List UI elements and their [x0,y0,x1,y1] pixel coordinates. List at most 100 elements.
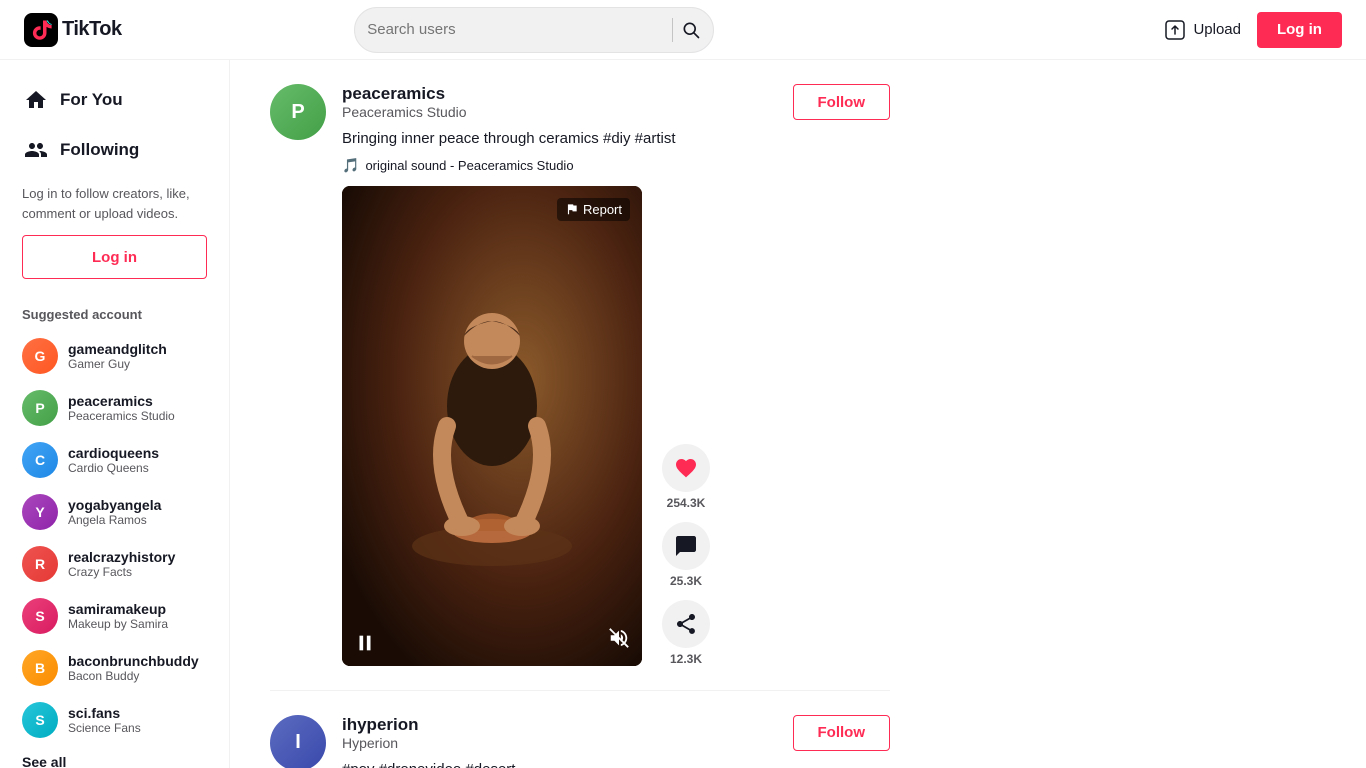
share-action-peaceramics[interactable]: 12.3K [662,600,710,666]
post-avatar-ihyperion[interactable]: I [270,715,326,768]
username-yogabyangela: yogabyangela [68,497,207,513]
comment-action-peaceramics[interactable]: 25.3K [662,522,710,588]
share-icon-circle [662,600,710,648]
video-post-ihyperion: I ihyperion Hyperion Follow #pov #dronev… [270,691,890,768]
following-icon [22,136,50,164]
follow-button-peaceramics[interactable]: Follow [793,84,891,120]
like-count-peaceramics: 254.3K [667,496,706,510]
sidebar-label-for-you: For You [60,90,123,110]
ceramics-svg [342,186,642,666]
post-actions-peaceramics: 254.3K 25.3K 12.3K [662,436,710,666]
suggested-account-gameandglitch[interactable]: G gameandglitch Gamer Guy [8,330,221,382]
suggested-account-realcrazyhistory[interactable]: R realcrazyhistory Crazy Facts [8,538,221,590]
avatar-cardioqueens: C [22,442,58,478]
mute-icon [608,627,630,649]
post-content-peaceramics: peaceramics Peaceramics Studio Follow Br… [342,84,890,666]
display-baconbrunchbuddy: Bacon Buddy [68,669,207,683]
video-player-peaceramics[interactable]: Report [342,186,642,666]
avatar-yogabyangela: Y [22,494,58,530]
username-samiramakeup: samiramakeup [68,601,207,617]
sidebar-item-for-you[interactable]: For You [8,76,221,124]
sidebar-login-button[interactable]: Log in [22,235,207,279]
post-content-ihyperion: ihyperion Hyperion Follow #pov #dronevid… [342,715,890,768]
search-divider [672,18,673,42]
post-avatar-peaceramics[interactable]: P [270,84,326,140]
sidebar: For You Following Log in to follow creat… [0,60,230,768]
heart-icon [674,456,698,480]
avatar-scifans: S [22,702,58,738]
pause-icon [354,632,376,654]
username-peaceramics: peaceramics [68,393,207,409]
feed: P peaceramics Peaceramics Studio Follow … [230,60,930,768]
post-sound-peaceramics[interactable]: 🎵 original sound - Peaceramics Studio [342,157,890,174]
search-bar [354,7,714,53]
suggested-account-scifans[interactable]: S sci.fans Science Fans [8,694,221,746]
comment-icon [674,534,698,558]
share-icon [674,612,698,636]
display-cardioqueens: Cardio Queens [68,461,207,475]
post-header-ihyperion: ihyperion Hyperion Follow [342,715,890,751]
video-background-ceramics [342,186,642,666]
display-realcrazyhistory: Crazy Facts [68,565,207,579]
display-samiramakeup: Makeup by Samira [68,617,207,631]
avatar-samiramakeup: S [22,598,58,634]
flag-icon [565,202,579,216]
suggested-section-title: Suggested account [8,295,221,330]
display-scifans: Science Fans [68,721,207,735]
mute-button-peaceramics[interactable] [608,627,630,654]
username-gameandglitch: gameandglitch [68,341,207,357]
suggested-account-peaceramics[interactable]: P peaceramics Peaceramics Studio [8,382,221,434]
search-input[interactable] [367,21,664,38]
share-count-peaceramics: 12.3K [670,652,702,666]
suggested-account-cardioqueens[interactable]: C cardioqueens Cardio Queens [8,434,221,486]
comment-count-peaceramics: 25.3K [670,574,702,588]
display-gameandglitch: Gamer Guy [68,357,207,371]
follow-button-ihyperion[interactable]: Follow [793,715,891,751]
suggested-account-yogabyangela[interactable]: Y yogabyangela Angela Ramos [8,486,221,538]
avatar-peaceramics: P [22,390,58,426]
video-post-peaceramics: P peaceramics Peaceramics Studio Follow … [270,60,890,691]
login-button[interactable]: Log in [1257,12,1342,48]
post-display-ihyperion: Hyperion [342,735,419,751]
username-cardioqueens: cardioqueens [68,445,207,461]
video-with-actions-peaceramics: Report [342,186,890,666]
avatar-baconbrunchbuddy: B [22,650,58,686]
sidebar-item-following[interactable]: Following [8,126,221,174]
post-username-ihyperion[interactable]: ihyperion [342,715,419,735]
like-action-peaceramics[interactable]: 254.3K [662,444,710,510]
comment-icon-circle [662,522,710,570]
display-yogabyangela: Angela Ramos [68,513,207,527]
music-note-icon: 🎵 [342,157,359,174]
search-icon [681,20,701,40]
tiktok-logo-icon [24,13,58,47]
username-scifans: sci.fans [68,705,207,721]
username-baconbrunchbuddy: baconbrunchbuddy [68,653,207,669]
upload-icon [1163,18,1187,42]
avatar-gameandglitch: G [22,338,58,374]
suggested-account-samiramakeup[interactable]: S samiramakeup Makeup by Samira [8,590,221,642]
report-label: Report [583,202,622,217]
main-content: For You Following Log in to follow creat… [0,60,1366,768]
upload-label: Upload [1193,21,1241,38]
post-header-peaceramics: peaceramics Peaceramics Studio Follow [342,84,890,120]
sound-name-peaceramics: original sound - Peaceramics Studio [365,158,573,173]
suggested-account-baconbrunchbuddy[interactable]: B baconbrunchbuddy Bacon Buddy [8,642,221,694]
sidebar-label-following: Following [60,140,139,160]
pause-button-peaceramics[interactable] [354,632,376,654]
logo[interactable]: TikTok [24,13,122,47]
post-display-peaceramics: Peaceramics Studio [342,104,467,120]
search-button[interactable] [681,20,701,40]
see-all-button[interactable]: See all [8,746,221,768]
post-username-peaceramics[interactable]: peaceramics [342,84,467,104]
home-icon [22,86,50,114]
like-icon-circle [662,444,710,492]
upload-button[interactable]: Upload [1163,18,1241,42]
username-realcrazyhistory: realcrazyhistory [68,549,207,565]
login-prompt-text: Log in to follow creators, like, comment… [8,176,221,295]
report-button-peaceramics[interactable]: Report [557,198,630,221]
header: TikTok Upload Log in [0,0,1366,60]
avatar-realcrazyhistory: R [22,546,58,582]
post-description-ihyperion: #pov #dronevideo #desert [342,759,890,768]
post-description-peaceramics: Bringing inner peace through ceramics #d… [342,128,890,151]
logo-text: TikTok [62,18,122,41]
